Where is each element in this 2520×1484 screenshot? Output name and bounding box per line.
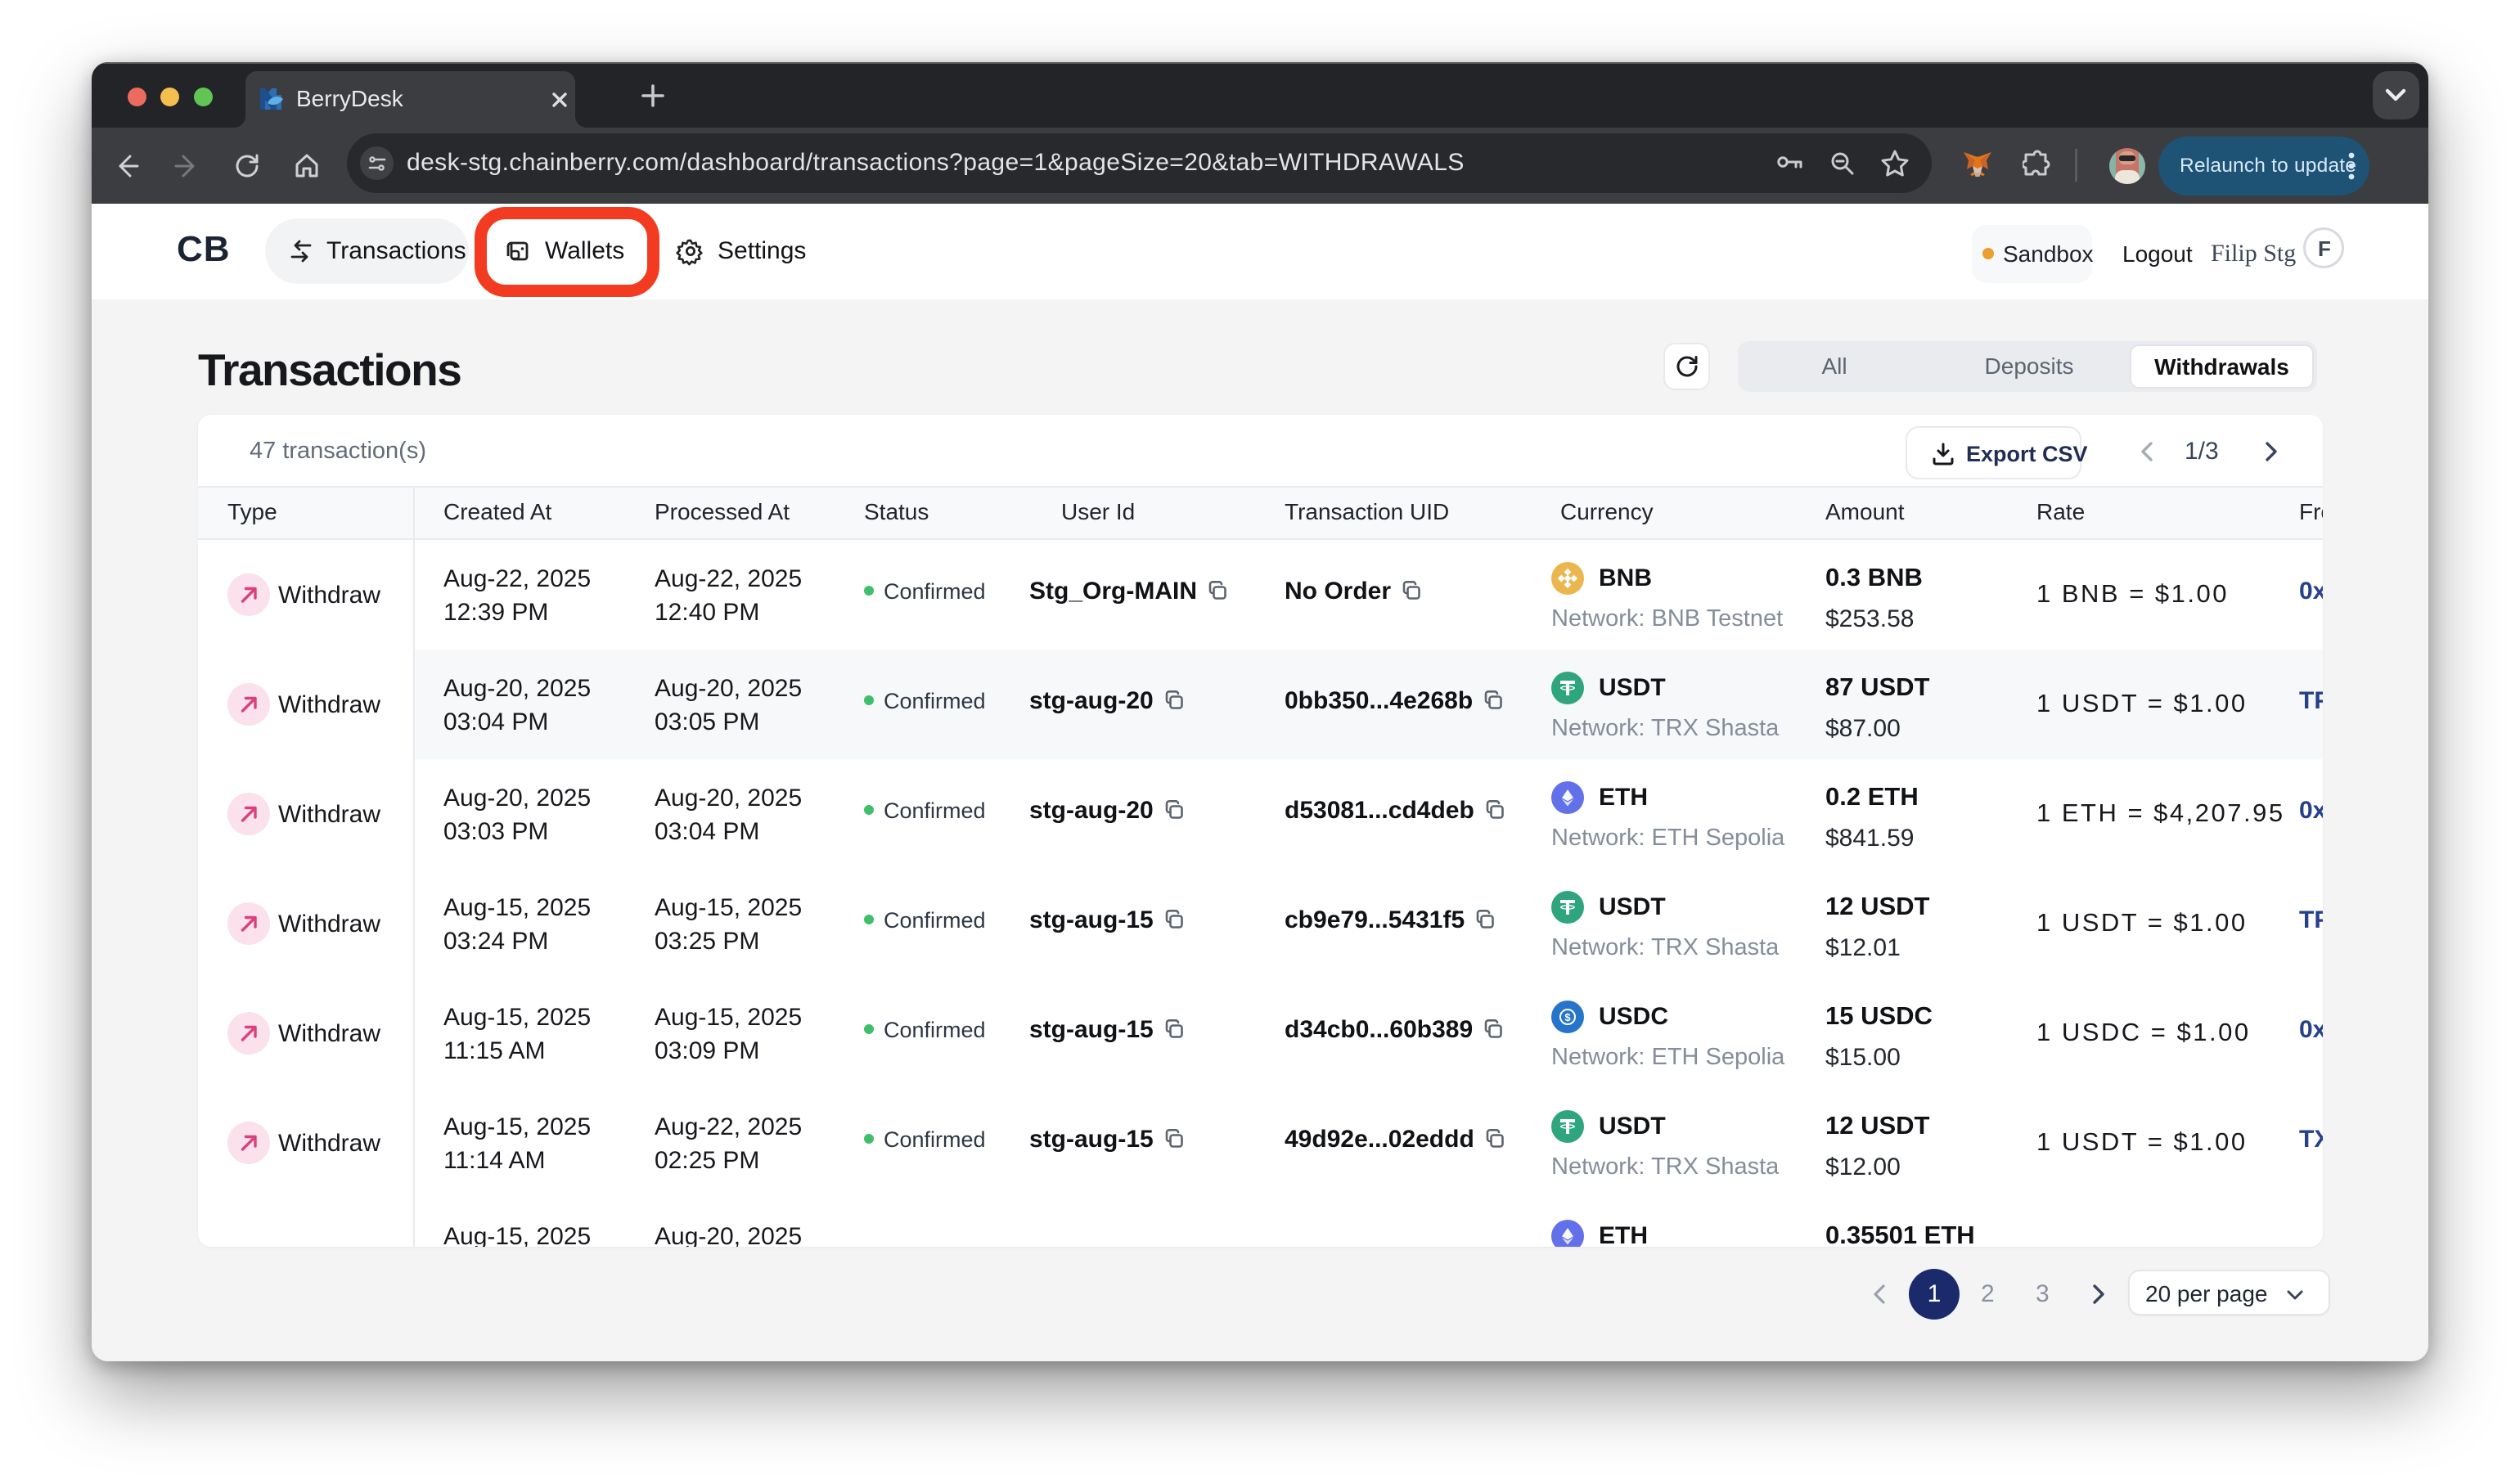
svg-text:$: $ — [1564, 1011, 1571, 1023]
